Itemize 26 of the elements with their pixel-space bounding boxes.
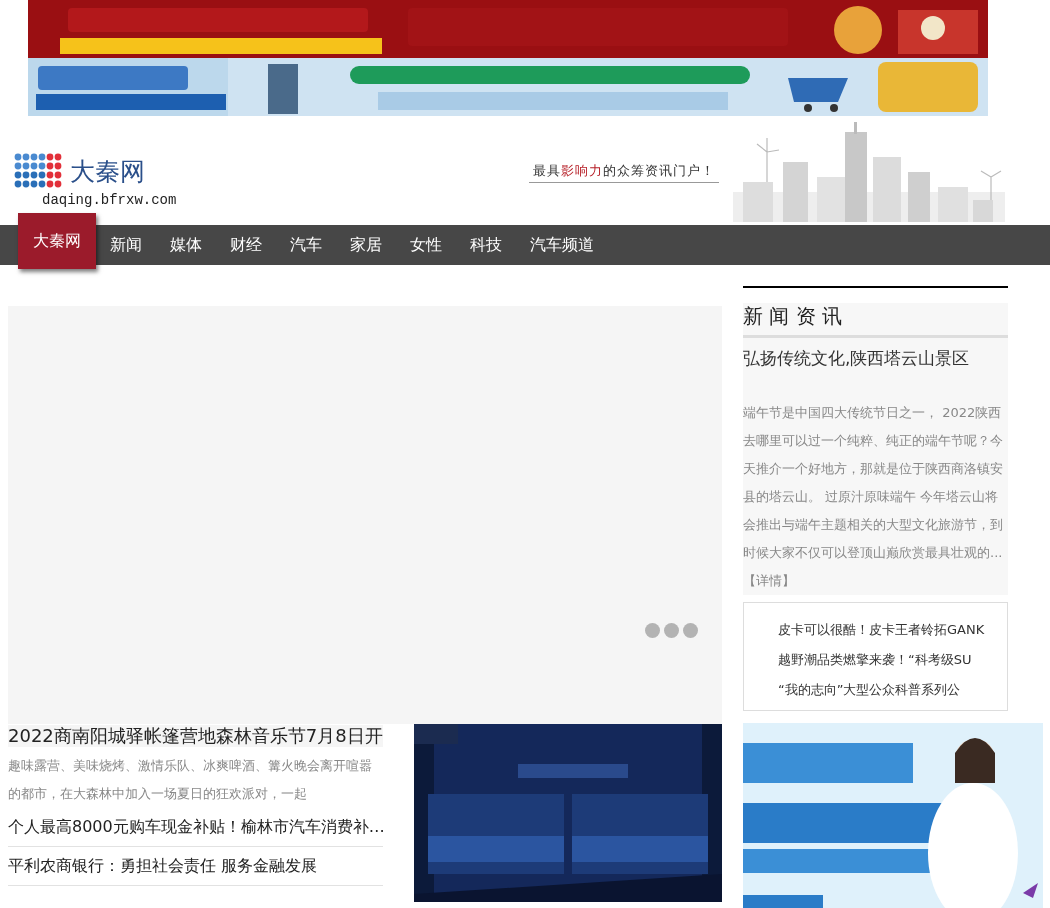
ticker-item[interactable]: 越野潮品类燃擎来袭！“科考级SU: [744, 645, 1007, 675]
section-heading: 新 闻 资 讯: [743, 303, 1008, 338]
details-link[interactable]: 【详情】: [743, 573, 795, 588]
nav-tab[interactable]: 女性: [396, 225, 456, 265]
ticker-item[interactable]: 皮卡可以很酷！皮卡王者铃拓GANK: [744, 615, 1007, 645]
article-title[interactable]: 2022商南阳城驿帐篷营地森林音乐节7月8日开: [8, 725, 383, 747]
carousel-dot[interactable]: [645, 623, 660, 638]
logo-text: 大秦网: [70, 158, 145, 186]
nav-tab[interactable]: 新闻: [96, 225, 156, 265]
headline-link[interactable]: 平利农商银行：勇担社会责任 服务金融发展: [8, 847, 383, 886]
nav-tab[interactable]: 财经: [216, 225, 276, 265]
carousel-dot[interactable]: [683, 623, 698, 638]
nav-tab[interactable]: 媒体: [156, 225, 216, 265]
article-title[interactable]: 弘扬传统文化,陕西塔云山景区: [743, 347, 1008, 369]
ticker-item[interactable]: “我的志向”大型公众科普系列公: [744, 675, 1007, 705]
logo-domain: daqing.bfrxw.com: [42, 192, 178, 208]
nav-tab[interactable]: 科技: [456, 225, 516, 265]
nav-tab[interactable]: 汽车: [276, 225, 336, 265]
nav-tab[interactable]: 家居: [336, 225, 396, 265]
slogan: 最具影响力 的众筹资讯门户！: [529, 162, 719, 183]
article-summary: 端午节是中国四大传统节日之一， 2022陕西去哪里可以过一个纯粹、纯正的端午节呢？今天推介一个好地方，那就是位于陕西商洛镇安县的塔云山。 过原汁原味端午 今年塔云山将会推出与端午主题相关的大型文化旅游节，到时候大家不仅可以登顶山巅欣赏最具壮观的... 【详情】: [743, 404, 1004, 590]
headline-link[interactable]: 个人最高8000元购车现金补贴！榆林市汽车消费补…: [8, 808, 383, 847]
carousel-dot[interactable]: [664, 623, 679, 638]
article-summary: 趣味露营、美味烧烤、激情乐队、冰爽啤酒、篝火晚会离开喧嚣的都市，在大森林中加入一场夏日的狂欢派对，一起: [8, 757, 373, 803]
nav-tab[interactable]: 大秦网: [18, 213, 96, 269]
nav-tab[interactable]: 汽车频道: [516, 225, 608, 265]
